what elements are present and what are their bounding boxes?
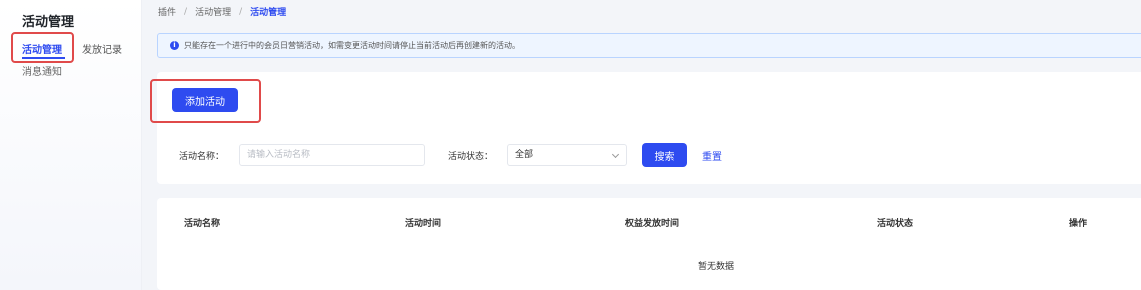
sidebar-item-notifications[interactable]: 消息通知: [22, 63, 62, 78]
sidebar-title: 活动管理: [22, 15, 75, 30]
sidebar-item-distribution-records[interactable]: 发放记录: [82, 41, 122, 56]
highlight-box-add: [150, 79, 261, 123]
activity-status-select[interactable]: 全部: [507, 144, 627, 166]
breadcrumb: 插件 / 活动管理 / 活动管理: [158, 5, 287, 19]
activity-name-input[interactable]: 请输入活动名称: [239, 144, 425, 166]
info-icon: i: [170, 41, 179, 50]
activity-name-label: 活动名称：: [179, 152, 225, 162]
activity-status-label: 活动状态：: [448, 152, 494, 162]
column-header-actions: 操作: [1069, 219, 1088, 229]
breadcrumb-plugins[interactable]: 插件: [158, 5, 176, 18]
column-header-benefit-time: 权益发放时间: [625, 219, 680, 229]
search-button[interactable]: 搜索: [642, 143, 687, 167]
breadcrumb-separator: /: [239, 6, 243, 17]
breadcrumb-separator: /: [184, 6, 188, 17]
chevron-down-icon: [611, 150, 620, 159]
activity-table: 活动名称 活动时间 权益发放时间 活动状态 操作 暂无数据: [157, 198, 1141, 290]
breadcrumb-current: 活动管理: [250, 8, 287, 18]
reset-button[interactable]: 重置: [702, 148, 722, 163]
column-header-status: 活动状态: [877, 219, 914, 229]
breadcrumb-activity-management[interactable]: 活动管理: [195, 5, 231, 18]
empty-state-text: 暂无数据: [698, 262, 735, 272]
filter-panel: 添加活动 活动名称： 请输入活动名称 活动状态： 全部 搜索 重置: [157, 72, 1141, 184]
highlight-box-nav: [11, 32, 74, 63]
activity-status-value: 全部: [515, 150, 534, 160]
notice-text: 只能存在一个进行中的会员日营销活动，如需变更活动时间请停止当前活动后再创建新的活…: [184, 41, 520, 50]
notice-banner: i 只能存在一个进行中的会员日营销活动，如需变更活动时间请停止当前活动后再创建新…: [157, 33, 1141, 58]
column-header-name: 活动名称: [184, 219, 221, 229]
column-header-time: 活动时间: [405, 219, 442, 229]
